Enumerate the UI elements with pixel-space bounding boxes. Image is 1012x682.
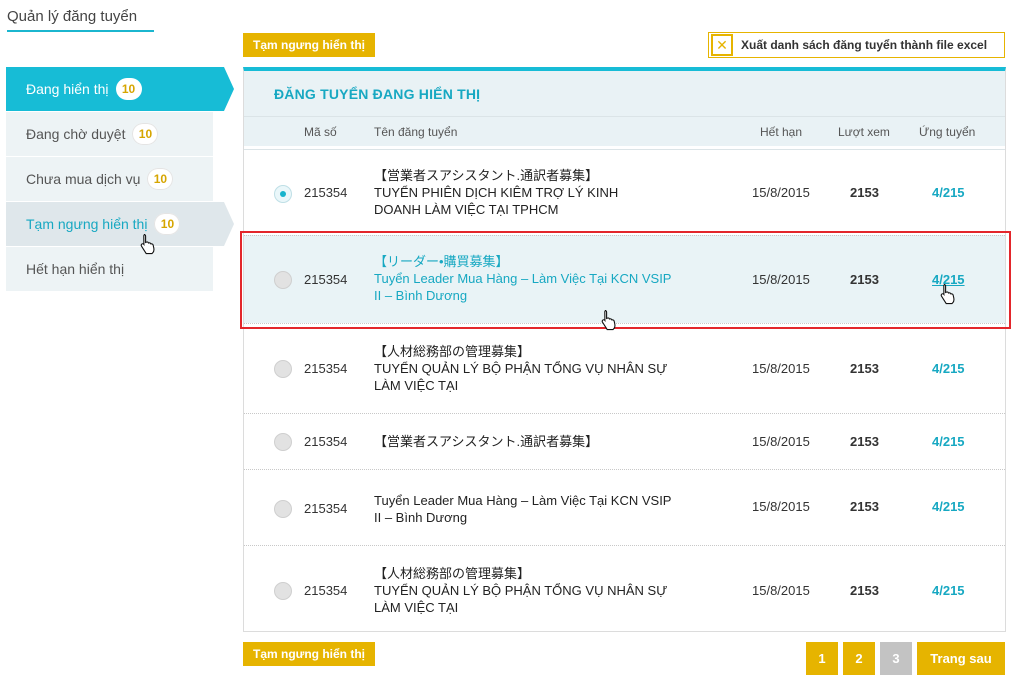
row-id: 215354 [304,185,348,200]
page-2-button[interactable]: 2 [843,642,875,675]
col-applied: Ứng tuyển [919,124,976,139]
row-title[interactable]: Tuyển Leader Mua Hàng – Làm Việc Tại KCN… [374,492,684,526]
count-badge: 10 [147,168,174,190]
row-views: 2153 [850,583,879,598]
row-title-line: LÀM VIỆC TẠI [374,378,459,393]
table-row[interactable]: 215354 【人材総務部の管理募集】 TUYỂN QUẢN LÝ BỘ PHẬ… [244,323,1005,413]
sidebar-item-label: Chưa mua dịch vụ [26,171,141,187]
count-badge: 10 [132,123,159,145]
sidebar-item-label: Đang chờ duyệt [26,126,126,142]
row-expiry: 15/8/2015 [752,434,810,449]
row-title-line: II – Bình Dương [374,510,468,525]
row-select-radio[interactable] [274,500,292,518]
row-title-line: TUYỂN PHIÊN DỊCH KIÊM TRỢ LÝ KINH [374,185,619,200]
excel-icon: ✕ [711,34,733,56]
row-expiry: 15/8/2015 [752,185,810,200]
count-badge: 10 [115,78,142,100]
col-views: Lượt xem [838,124,890,139]
row-expiry: 15/8/2015 [752,361,810,376]
row-title-line: TUYỂN QUẢN LÝ BỘ PHẬN TỔNG VỤ NHÂN SỰ [374,361,668,376]
row-expiry: 15/8/2015 [752,583,810,598]
sidebar-item-expired[interactable]: Hết hạn hiển thị [6,247,213,291]
sidebar-item-suspended[interactable]: Tạm ngưng hiển thị 10 [6,202,234,246]
page-3-button[interactable]: 3 [880,642,912,675]
table-row[interactable]: 215354 【営業者スアシスタント.通訳者募集】 TUYỂN PHIÊN DỊ… [244,149,1005,235]
row-applied-link[interactable]: 4/215 [932,434,965,449]
row-title-line: Tuyển Leader Mua Hàng – Làm Việc Tại KCN… [374,493,672,508]
export-excel-button[interactable]: ✕ Xuất danh sách đăng tuyển thành file e… [708,32,1005,58]
row-title[interactable]: 【営業者スアシスタント.通訳者募集】 [374,433,684,450]
page-title-underline [7,30,154,32]
row-title[interactable]: 【営業者スアシスタント.通訳者募集】 TUYỂN PHIÊN DỊCH KIÊM… [374,167,684,218]
hand-cursor-icon [140,233,155,255]
row-title[interactable]: 【人材総務部の管理募集】 TUYỂN QUẢN LÝ BỘ PHẬN TỔNG … [374,565,684,616]
row-title[interactable]: 【人材総務部の管理募集】 TUYỂN QUẢN LÝ BỘ PHẬN TỔNG … [374,343,684,394]
row-select-radio[interactable] [274,360,292,378]
suspend-button-bottom[interactable]: Tạm ngưng hiển thị [243,642,375,666]
row-select-radio[interactable] [274,433,292,451]
row-applied-link[interactable]: 4/215 [932,583,965,598]
row-applied-link[interactable]: 4/215 [932,361,965,376]
row-select-radio[interactable] [274,185,292,203]
row-expiry: 15/8/2015 [752,499,810,514]
job-list-panel: ĐĂNG TUYỂN ĐANG HIỂN THỊ Mã số Tên đăng … [243,67,1006,632]
count-badge: 10 [154,213,181,235]
row-applied-link[interactable]: 4/215 [932,185,965,200]
row-select-radio[interactable] [274,582,292,600]
row-title-line: 【人材総務部の管理募集】 [374,566,531,581]
col-expiry: Hết hạn [760,124,803,139]
hand-cursor-icon [940,283,955,305]
row-title-line: 【人材総務部の管理募集】 [374,344,531,359]
sidebar-item-unpaid[interactable]: Chưa mua dịch vụ 10 [6,157,213,201]
row-views: 2153 [850,499,879,514]
sidebar-item-label: Tạm ngưng hiển thị [26,216,148,232]
hand-cursor-icon [601,309,616,331]
row-title-line: DOANH LÀM VIỆC TẠI TPHCM [374,202,559,217]
export-excel-label: Xuất danh sách đăng tuyển thành file exc… [741,38,988,52]
row-title-line: 【営業者スアシスタント.通訳者募集】 [374,168,599,183]
table-header: Mã số Tên đăng tuyển Hết hạn Lượt xem Ứn… [244,116,1005,146]
row-title-line: LÀM VIỆC TẠI [374,600,459,615]
next-page-button[interactable]: Trang sau [917,642,1005,675]
sidebar-item-pending[interactable]: Đang chờ duyệt 10 [6,112,213,156]
table-row[interactable]: 215354 【営業者スアシスタント.通訳者募集】 15/8/2015 2153… [244,413,1005,469]
selected-row-highlight [240,231,1011,329]
col-id: Mã số [304,124,337,139]
row-views: 2153 [850,434,879,449]
page-title: Quản lý đăng tuyển [7,8,138,25]
sidebar-item-label: Hết hạn hiển thị [26,261,125,277]
sidebar: Đang hiển thị 10 Đang chờ duyệt 10 Chưa … [6,67,234,292]
col-title: Tên đăng tuyển [374,124,458,139]
page-1-button[interactable]: 1 [806,642,838,675]
sidebar-item-showing[interactable]: Đang hiển thị 10 [6,67,234,111]
row-id: 215354 [304,361,348,376]
sidebar-item-label: Đang hiển thị [26,81,109,97]
row-id: 215354 [304,501,348,516]
row-applied-link[interactable]: 4/215 [932,499,965,514]
row-id: 215354 [304,583,348,598]
row-id: 215354 [304,434,348,449]
suspend-button[interactable]: Tạm ngưng hiển thị [243,33,375,57]
panel-heading: ĐĂNG TUYỂN ĐANG HIỂN THỊ [244,71,1005,116]
row-title-line: 【営業者スアシスタント.通訳者募集】 [374,434,599,449]
row-views: 2153 [850,361,879,376]
table-row[interactable]: 215354 Tuyển Leader Mua Hàng – Làm Việc … [244,469,1005,545]
row-views: 2153 [850,185,879,200]
table-row[interactable]: 215354 【人材総務部の管理募集】 TUYỂN QUẢN LÝ BỘ PHẬ… [244,545,1005,633]
row-title-line: TUYỂN QUẢN LÝ BỘ PHẬN TỔNG VỤ NHÂN SỰ [374,583,668,598]
